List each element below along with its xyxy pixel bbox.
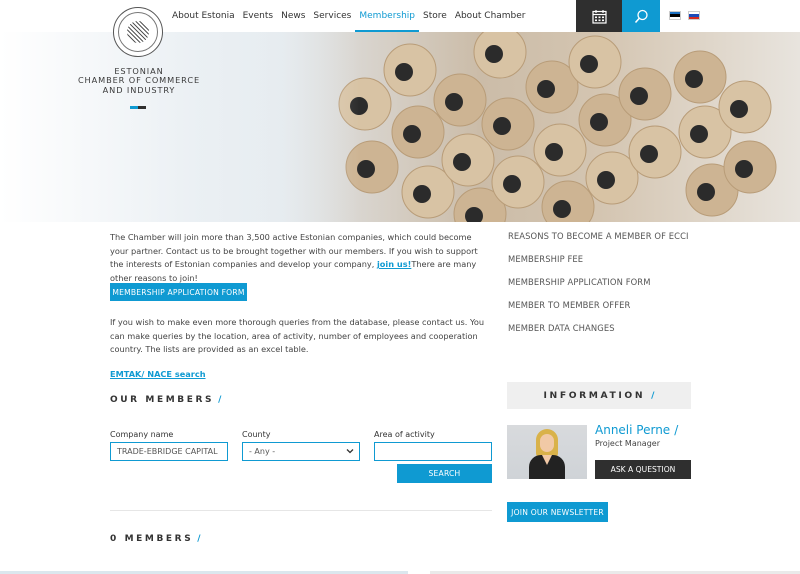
our-members-title: OUR MEMBERS / xyxy=(110,395,221,405)
county-selected-value: - Any - xyxy=(249,447,276,456)
company-name-label: Company name xyxy=(110,430,174,439)
queries-text: If you wish to make even more thorough q… xyxy=(110,317,485,355)
join-us-link[interactable]: join us! xyxy=(377,259,411,269)
pencil-tip xyxy=(618,67,672,121)
sidebar-link-membership-fee[interactable]: MEMBERSHIP FEE xyxy=(508,254,583,264)
title-slash: / xyxy=(218,395,222,405)
content-divider xyxy=(110,510,492,511)
emtak-nace-search-link[interactable]: EMTAK/ NACE search xyxy=(110,369,206,379)
area-of-activity-input[interactable] xyxy=(374,442,492,461)
pencil-tip xyxy=(718,80,772,134)
pencil-tip xyxy=(383,43,437,97)
pencil-tip xyxy=(441,133,495,187)
calendar-icon xyxy=(591,9,607,24)
search-icon xyxy=(634,9,648,23)
nav-item-events[interactable]: Events xyxy=(239,0,277,32)
membership-application-button[interactable]: MEMBERSHIP APPLICATION FORM xyxy=(110,283,247,301)
hero-fade xyxy=(0,32,360,222)
calendar-button[interactable] xyxy=(576,0,622,32)
contact-name: Anneli Perne / xyxy=(595,423,678,437)
brand-name-line-3: AND INDUSTRY xyxy=(102,84,176,95)
sidebar-link-data-changes[interactable]: MEMBER DATA CHANGES xyxy=(508,323,615,333)
pencil-tip xyxy=(628,125,682,179)
russia-flag-icon[interactable] xyxy=(688,11,700,20)
hero-banner xyxy=(0,32,800,222)
information-header: INFORMATION / xyxy=(507,382,691,409)
nav-item-about-estonia[interactable]: About Estonia xyxy=(168,0,239,32)
contact-role: Project Manager xyxy=(595,439,660,448)
information-title: INFORMATION xyxy=(543,390,646,401)
ask-question-button[interactable]: ASK A QUESTION xyxy=(595,460,691,479)
brand-name[interactable]: ESTONIAN CHAMBER OF COMMERCE AND INDUSTR… xyxy=(60,66,218,95)
pencil-tip xyxy=(723,140,777,194)
contact-name-text: Anneli Perne xyxy=(595,423,671,437)
title-slash: / xyxy=(674,423,679,437)
brand-accent-bar xyxy=(130,106,146,109)
pencil-tip xyxy=(673,50,727,104)
our-members-title-text: OUR MEMBERS xyxy=(110,395,215,405)
sidebar-link-reasons[interactable]: REASONS TO BECOME A MEMBER OF ECCI xyxy=(508,231,689,241)
pencil-tip xyxy=(473,32,527,79)
title-slash: / xyxy=(197,534,201,544)
pencil-tip xyxy=(481,97,535,151)
members-count-text: 0 MEMBERS xyxy=(110,534,194,544)
county-label: County xyxy=(242,430,271,439)
contact-photo xyxy=(507,425,587,479)
members-count-title: 0 MEMBERS / xyxy=(110,534,201,544)
nav-item-news[interactable]: News xyxy=(277,0,309,32)
sidebar-link-member-offer[interactable]: MEMBER TO MEMBER OFFER xyxy=(508,300,630,310)
chamber-seal-logo[interactable] xyxy=(113,7,163,57)
nav-item-store[interactable]: Store xyxy=(419,0,451,32)
pencil-tip xyxy=(533,123,587,177)
search-submit-button[interactable]: SEARCH xyxy=(397,464,492,483)
membership-intro: The Chamber will join more than 3,500 ac… xyxy=(110,231,492,285)
pencil-tip xyxy=(391,105,445,159)
search-button[interactable] xyxy=(622,0,660,32)
title-slash: / xyxy=(651,390,655,401)
pencil-tip xyxy=(541,180,595,222)
sidebar-link-application-form[interactable]: MEMBERSHIP APPLICATION FORM xyxy=(508,277,651,287)
area-of-activity-label: Area of activity xyxy=(374,430,435,439)
estonia-flag-icon[interactable] xyxy=(669,11,681,20)
chevron-down-icon xyxy=(346,449,354,454)
company-name-input[interactable]: TRADE-EBRIDGE CAPITAL xyxy=(110,442,228,461)
nav-item-services[interactable]: Services xyxy=(309,0,355,32)
newsletter-button[interactable]: JOIN OUR NEWSLETTER xyxy=(507,502,608,522)
pencil-tip xyxy=(491,155,545,209)
nav-item-about-chamber[interactable]: About Chamber xyxy=(451,0,530,32)
pencil-tip xyxy=(568,35,622,89)
main-nav: About Estonia Events News Services Membe… xyxy=(168,0,530,32)
county-select[interactable]: - Any - xyxy=(242,442,360,461)
pencil-tip xyxy=(433,73,487,127)
nav-item-membership[interactable]: Membership xyxy=(355,0,419,32)
